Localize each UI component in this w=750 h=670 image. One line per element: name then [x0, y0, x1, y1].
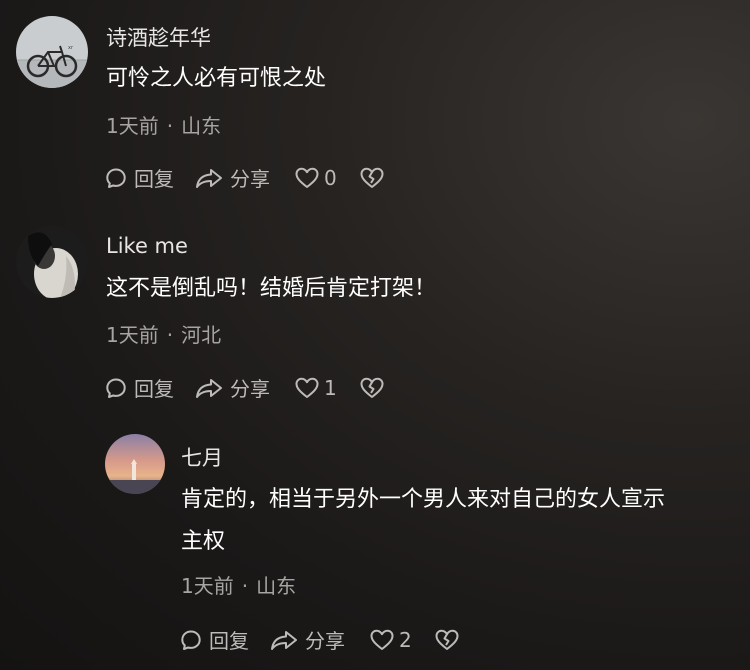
timestamp: 1天前 [181, 574, 234, 598]
comment-text: 肯定的，相当于另外一个男人来对自己的女人宣示 主权 [181, 479, 741, 563]
like-count: 2 [399, 627, 412, 652]
dislike-broken-heart-icon [435, 629, 459, 650]
comment-reply: 七月 肯定的，相当于另外一个男人来对自己的女人宣示 主权 1天前 · 山东 回复 分… [0, 0, 750, 670]
comment-actions: 回复 分享 2 [179, 625, 460, 654]
avatar[interactable] [105, 434, 165, 494]
like-button[interactable]: 2 [369, 628, 412, 652]
like-heart-icon [370, 629, 394, 650]
reply-icon [181, 630, 201, 650]
share-icon [271, 630, 297, 650]
reply-button[interactable]: 回复 [179, 625, 249, 654]
comment-text-line-1: 肯定的，相当于另外一个男人来对自己的女人宣示 [181, 487, 666, 512]
dislike-button[interactable] [434, 628, 460, 652]
location: 山东 [256, 574, 297, 598]
share-button[interactable]: 分享 [269, 625, 345, 654]
separator: · [241, 574, 249, 598]
username[interactable]: 七月 [181, 442, 223, 472]
share-label: 分享 [305, 629, 345, 653]
reply-label: 回复 [209, 629, 249, 653]
comment-text-line-2: 主权 [181, 529, 226, 554]
comment-meta: 1天前 · 山东 [181, 570, 296, 599]
